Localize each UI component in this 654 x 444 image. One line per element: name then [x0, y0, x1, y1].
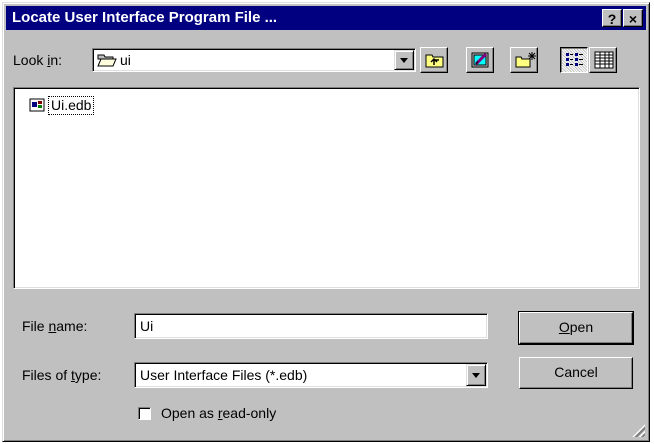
- up-one-level-icon: [425, 54, 444, 68]
- folder-icon: [97, 52, 117, 71]
- chevron-down-icon: [472, 373, 480, 378]
- filename-input[interactable]: Ui: [134, 313, 488, 339]
- close-button[interactable]: ×: [623, 9, 643, 27]
- filetype-dropdown[interactable]: User Interface Files (*.edb): [134, 362, 488, 388]
- filename-value: Ui: [140, 318, 154, 334]
- lookin-dropdown[interactable]: ui: [92, 48, 416, 72]
- help-button[interactable]: ?: [602, 9, 622, 27]
- readonly-checkbox[interactable]: [138, 407, 151, 420]
- close-icon: ×: [628, 11, 638, 27]
- window-title: Locate User Interface Program File ...: [12, 9, 278, 26]
- filename-label: File name:: [22, 318, 88, 334]
- new-folder-icon: [515, 52, 536, 68]
- file-name: Ui.edb: [48, 96, 95, 115]
- readonly-label[interactable]: Open as read-only: [161, 405, 276, 421]
- up-one-level-button[interactable]: [420, 47, 448, 73]
- title-bar[interactable]: Locate User Interface Program File ... ?…: [6, 6, 646, 30]
- new-folder-button[interactable]: [510, 47, 538, 73]
- chevron-down-icon: [400, 58, 408, 63]
- lookin-dropdown-button[interactable]: [394, 50, 414, 70]
- details-view-icon: [594, 51, 614, 69]
- filetype-dropdown-button[interactable]: [466, 364, 486, 386]
- lookin-label: Look in:: [13, 52, 63, 68]
- details-view-button[interactable]: [589, 47, 617, 73]
- desktop-icon: [471, 52, 489, 68]
- lookin-value: ui: [120, 52, 131, 68]
- open-button[interactable]: Open: [518, 311, 634, 345]
- filetype-value: User Interface Files (*.edb): [140, 367, 308, 383]
- filetype-label: Files of type:: [22, 367, 102, 383]
- cancel-button[interactable]: Cancel: [519, 357, 633, 389]
- help-icon: ?: [607, 11, 617, 27]
- dialog-window: Locate User Interface Program File ... ?…: [2, 2, 650, 442]
- desktop-button[interactable]: [466, 47, 494, 73]
- file-list[interactable]: [13, 87, 640, 289]
- edb-file-icon: [29, 97, 45, 116]
- resize-grip-icon[interactable]: [631, 423, 645, 437]
- list-view-icon: [566, 53, 583, 66]
- list-view-button[interactable]: [560, 47, 588, 73]
